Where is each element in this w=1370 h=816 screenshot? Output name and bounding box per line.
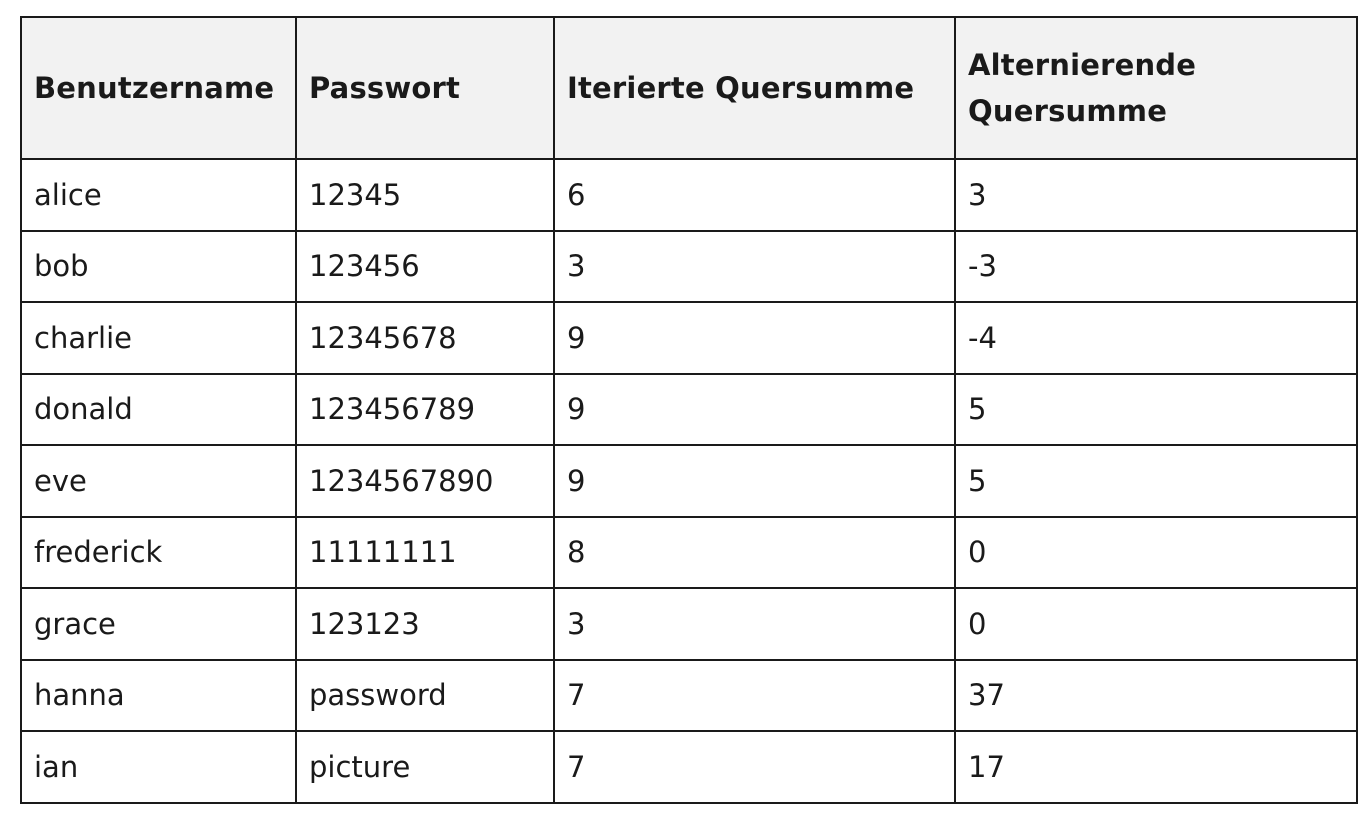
table-row: alice 12345 6 3 <box>20 158 1358 232</box>
table-row: frederick 11111111 8 0 <box>20 515 1358 589</box>
cell-username: eve <box>20 444 297 518</box>
cell-password: picture <box>295 730 555 804</box>
cell-alternating-sum: 3 <box>954 158 1358 232</box>
table-header: Benutzername Passwort Iterierte Quersumm… <box>20 16 1358 160</box>
table-row: charlie 12345678 9 -4 <box>20 301 1358 375</box>
cell-iterated-sum: 9 <box>553 372 956 446</box>
cell-alternating-sum: 37 <box>954 658 1358 732</box>
table-row: ian picture 7 17 <box>20 730 1358 804</box>
table-row: eve 1234567890 9 5 <box>20 444 1358 518</box>
table-row: grace 123123 3 0 <box>20 587 1358 661</box>
cell-username: frederick <box>20 515 297 589</box>
cell-iterated-sum: 9 <box>553 301 956 375</box>
cell-alternating-sum: 5 <box>954 372 1358 446</box>
cell-iterated-sum: 3 <box>553 587 956 661</box>
cell-alternating-sum: -3 <box>954 229 1358 303</box>
header-benutzername: Benutzername <box>20 16 297 160</box>
cell-iterated-sum: 9 <box>553 444 956 518</box>
table-container: Benutzername Passwort Iterierte Quersumm… <box>20 16 1358 804</box>
cell-password: 123456789 <box>295 372 555 446</box>
cell-username: charlie <box>20 301 297 375</box>
table-row: hanna password 7 37 <box>20 658 1358 732</box>
cell-password: 12345678 <box>295 301 555 375</box>
header-iterierte-quersumme: Iterierte Quersumme <box>553 16 956 160</box>
cell-iterated-sum: 7 <box>553 658 956 732</box>
cell-username: bob <box>20 229 297 303</box>
cell-password: 12345 <box>295 158 555 232</box>
cell-password: 11111111 <box>295 515 555 589</box>
cell-alternating-sum: -4 <box>954 301 1358 375</box>
cell-alternating-sum: 17 <box>954 730 1358 804</box>
table-row: bob 123456 3 -3 <box>20 229 1358 303</box>
cell-username: grace <box>20 587 297 661</box>
cell-alternating-sum: 0 <box>954 587 1358 661</box>
cell-username: alice <box>20 158 297 232</box>
header-alternierende-quersumme: Alternierende Quersumme <box>954 16 1358 160</box>
cell-iterated-sum: 8 <box>553 515 956 589</box>
cell-alternating-sum: 0 <box>954 515 1358 589</box>
password-table: Benutzername Passwort Iterierte Quersumm… <box>20 16 1358 804</box>
header-passwort: Passwort <box>295 16 555 160</box>
cell-password: 123456 <box>295 229 555 303</box>
cell-iterated-sum: 3 <box>553 229 956 303</box>
cell-username: hanna <box>20 658 297 732</box>
cell-password: 123123 <box>295 587 555 661</box>
cell-iterated-sum: 7 <box>553 730 956 804</box>
cell-password: 1234567890 <box>295 444 555 518</box>
header-row: Benutzername Passwort Iterierte Quersumm… <box>20 16 1358 160</box>
cell-username: donald <box>20 372 297 446</box>
cell-alternating-sum: 5 <box>954 444 1358 518</box>
cell-password: password <box>295 658 555 732</box>
cell-username: ian <box>20 730 297 804</box>
table-body: alice 12345 6 3 bob 123456 3 -3 charlie … <box>20 158 1358 804</box>
table-row: donald 123456789 9 5 <box>20 372 1358 446</box>
cell-iterated-sum: 6 <box>553 158 956 232</box>
